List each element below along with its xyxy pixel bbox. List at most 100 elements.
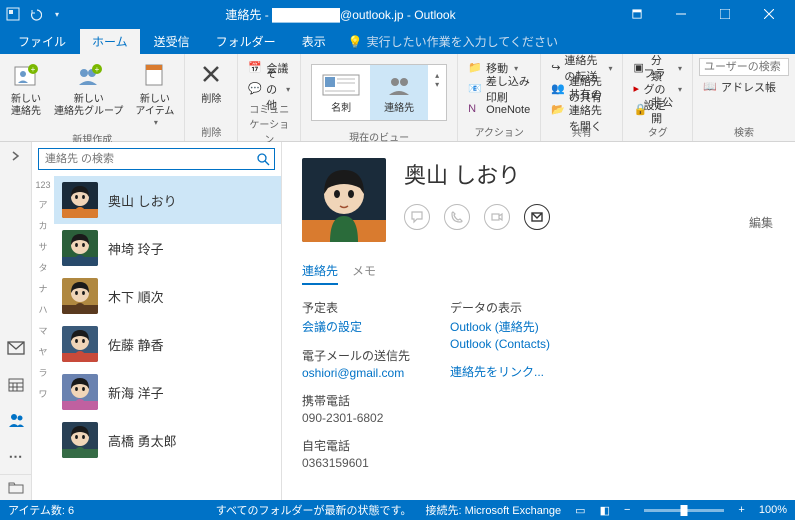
- onenote-button[interactable]: NOneNote: [464, 100, 534, 120]
- tell-me-search[interactable]: 💡 実行したい作業を入力してください: [340, 29, 566, 54]
- contact-avatar-large: [302, 158, 386, 242]
- tab-home[interactable]: ホーム: [80, 29, 140, 54]
- new-item-button[interactable]: 新しい アイテム: [131, 58, 178, 129]
- contact-row[interactable]: 高橋 勇太郎: [54, 416, 281, 464]
- zoom-slider[interactable]: [644, 509, 724, 512]
- delete-button[interactable]: 削除: [191, 58, 231, 108]
- email-action[interactable]: [524, 204, 550, 230]
- connection-status: 接続先: Microsoft Exchange: [425, 502, 561, 518]
- contact-search-input[interactable]: [39, 151, 252, 167]
- tab-file[interactable]: ファイル: [6, 29, 78, 54]
- call-action[interactable]: [444, 204, 470, 230]
- open-shared-icon: 📂: [551, 103, 565, 117]
- nav-people[interactable]: [0, 402, 31, 438]
- contact-name: 神埼 玲子: [108, 239, 164, 258]
- contact-avatar: [62, 374, 98, 410]
- contact-avatar: [62, 182, 98, 218]
- minimize-button[interactable]: [659, 0, 703, 28]
- contact-row[interactable]: 奥山 しおり: [54, 176, 281, 224]
- view-contacts[interactable]: 連絡先: [370, 65, 428, 120]
- index-char[interactable]: ハ: [38, 303, 47, 316]
- undo-icon[interactable]: [26, 5, 44, 23]
- view-reading-icon[interactable]: ◧: [600, 504, 610, 517]
- ribbon-options-icon[interactable]: [615, 0, 659, 28]
- private-button[interactable]: 🔒非公開: [629, 100, 686, 120]
- people-icon: [379, 71, 419, 99]
- outlook-jp-link[interactable]: Outlook (連絡先): [450, 318, 550, 335]
- zoom-out-button[interactable]: −: [624, 504, 630, 516]
- schedule-meeting-link[interactable]: 会議の設定: [302, 318, 410, 335]
- folder-status: すべてのフォルダーが最新の状態です。: [216, 502, 412, 518]
- outlook-en-link[interactable]: Outlook (Contacts): [450, 337, 550, 351]
- chevron-down-icon: ▴▾: [435, 71, 439, 99]
- video-action[interactable]: [484, 204, 510, 230]
- index-char[interactable]: タ: [38, 261, 47, 274]
- edit-contact-link[interactable]: 編集: [749, 214, 773, 231]
- contact-avatar: [62, 326, 98, 362]
- view-card-label: 名刺: [331, 99, 351, 114]
- link-contacts-link[interactable]: 連絡先をリンク...: [450, 363, 550, 380]
- view-contacts-label: 連絡先: [384, 99, 414, 114]
- tab-folder[interactable]: フォルダー: [204, 29, 288, 54]
- email-value-link[interactable]: oshiori@gmail.com: [302, 366, 410, 380]
- tell-me-label: 実行したい作業を入力してください: [367, 33, 558, 50]
- nav-mail[interactable]: [0, 330, 31, 366]
- card-tab-memo[interactable]: メモ: [352, 262, 376, 285]
- contact-row[interactable]: 木下 順次: [54, 272, 281, 320]
- open-shared-button[interactable]: 📂共有の連絡先を開く: [547, 100, 616, 120]
- new-contact-group-label: 新しい 連絡先グループ: [54, 94, 123, 118]
- contact-name-heading: 奥山 しおり: [404, 158, 550, 190]
- new-contact-group-button[interactable]: + 新しい 連絡先グループ: [50, 58, 127, 120]
- new-contact-button[interactable]: + 新しい 連絡先: [6, 58, 46, 120]
- contact-name: 佐藤 静香: [108, 335, 164, 354]
- index-char[interactable]: ア: [38, 198, 47, 211]
- addressbook-button[interactable]: 📖アドレス帳: [699, 77, 789, 97]
- maximize-button[interactable]: [703, 0, 747, 28]
- view-businesscard[interactable]: 名刺: [312, 65, 370, 120]
- nav-folder-button[interactable]: [0, 474, 31, 500]
- contact-row[interactable]: 新海 洋子: [54, 368, 281, 416]
- item-count: アイテム数: 6: [8, 502, 74, 518]
- index-char[interactable]: カ: [38, 219, 47, 232]
- contact-avatar: [62, 278, 98, 314]
- tab-send-receive[interactable]: 送受信: [142, 29, 202, 54]
- nav-expand-button[interactable]: [0, 142, 31, 170]
- user-search-input[interactable]: [699, 58, 789, 76]
- comm-group-label: コミュニケーション: [244, 99, 294, 146]
- share-icon: 👥: [551, 82, 565, 96]
- new-contact-label: 新しい 連絡先: [11, 94, 41, 118]
- view-more[interactable]: ▴▾: [428, 65, 446, 120]
- chat-action[interactable]: [404, 204, 430, 230]
- calendar-field-label: 予定表: [302, 299, 410, 316]
- index-char[interactable]: ヤ: [38, 345, 47, 358]
- zoom-in-button[interactable]: +: [738, 504, 744, 516]
- zoom-level: 100%: [759, 504, 787, 516]
- contact-row[interactable]: 佐藤 静香: [54, 320, 281, 368]
- contact-search-box[interactable]: [38, 148, 275, 170]
- index-char[interactable]: ナ: [38, 282, 47, 295]
- other-icon: 💬: [248, 82, 262, 96]
- contact-row[interactable]: 神埼 玲子: [54, 224, 281, 272]
- ribbon-tabs: ファイル ホーム 送受信 フォルダー 表示 💡 実行したい作業を入力してください: [0, 28, 795, 54]
- other-comm-button[interactable]: 💬その他: [244, 79, 294, 99]
- index-char[interactable]: ラ: [38, 366, 47, 379]
- qat-dropdown-icon[interactable]: ▾: [48, 5, 66, 23]
- card-tab-contact[interactable]: 連絡先: [302, 262, 338, 285]
- nav-more[interactable]: ⋯: [0, 438, 31, 474]
- alpha-index[interactable]: 123 アカサタナハマヤラワ: [32, 176, 54, 500]
- action-group-label: アクション: [464, 122, 534, 139]
- index-char[interactable]: ワ: [38, 387, 47, 400]
- nav-calendar[interactable]: [0, 366, 31, 402]
- view-normal-icon[interactable]: ▭: [575, 504, 585, 517]
- mailmerge-icon: 📧: [468, 82, 482, 96]
- tab-view[interactable]: 表示: [290, 29, 338, 54]
- search-icon[interactable]: [252, 152, 274, 166]
- contact-avatar: [62, 422, 98, 458]
- new-contact-icon: +: [10, 60, 42, 92]
- ribbon: + 新しい 連絡先 + 新しい 連絡先グループ 新しい アイテム 新規作成 削除…: [0, 54, 795, 142]
- index-char[interactable]: マ: [38, 324, 47, 337]
- index-char[interactable]: サ: [38, 240, 47, 253]
- close-button[interactable]: [747, 0, 791, 28]
- mailmerge-button[interactable]: 📧差し込み印刷: [464, 79, 534, 99]
- index-char[interactable]: 123: [35, 180, 50, 190]
